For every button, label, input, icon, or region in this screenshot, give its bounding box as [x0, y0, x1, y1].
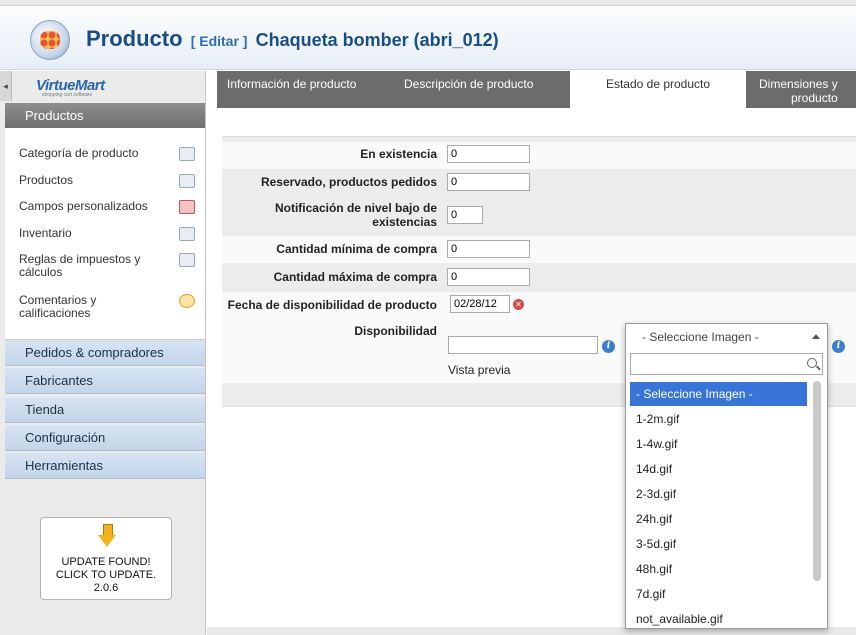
low-stock-label: Notificación de nivel bajo de existencia…: [274, 201, 437, 229]
sidebar-section-fabricantes[interactable]: Fabricantes: [5, 368, 205, 394]
reserved-label: Reservado, productos pedidos: [260, 175, 437, 189]
sidebar-section-herramientas[interactable]: Herramientas: [5, 453, 205, 479]
sidebar-item-label: Comentarios y calificaciones: [19, 293, 97, 320]
image-option[interactable]: 48h.gif: [630, 557, 807, 581]
sidebar-item-comentarios[interactable]: Comentarios y calificaciones: [19, 293, 195, 320]
window-top-edge: [0, 0, 856, 6]
availability-label: Disponibilidad: [354, 324, 437, 338]
in-stock-input[interactable]: [447, 145, 530, 163]
image-option[interactable]: 3-5d.gif: [630, 532, 807, 556]
sidebar-item-label: Categoría de producto: [19, 146, 139, 160]
tab-informacion[interactable]: Información de producto: [227, 71, 356, 108]
in-stock-label: En existencia: [360, 147, 437, 161]
image-select-dropdown[interactable]: - Seleccione Imagen - - Seleccione Image…: [625, 323, 828, 629]
edit-label: [ Editar ]: [190, 33, 248, 49]
reserved-input[interactable]: [447, 173, 530, 191]
tab-descripcion[interactable]: Descripción de producto: [404, 71, 533, 108]
image-option[interactable]: 14d.gif: [630, 457, 807, 481]
min-qty-input[interactable]: [447, 240, 530, 258]
sidebar-item-label: Reglas de impuestos y cálculos: [19, 252, 141, 279]
category-icon: [179, 147, 195, 161]
custom-fields-icon: [179, 200, 195, 214]
dropdown-scrollbar[interactable]: [813, 381, 821, 581]
clear-date-icon[interactable]: ✕: [513, 299, 524, 310]
page-title: Producto [ Editar ] Chaqueta bomber (abr…: [86, 26, 499, 52]
tab-bar: Información de producto Descripción de p…: [217, 71, 856, 109]
sidebar-item-label: Campos personalizados: [19, 199, 148, 213]
sidebar-item-productos[interactable]: Productos: [19, 173, 199, 188]
max-qty-label: Cantidad máxima de compra: [273, 270, 437, 284]
chevron-up-icon: [812, 334, 820, 339]
image-select-value[interactable]: - Seleccione Imagen -: [626, 324, 827, 350]
update-line2: CLICK TO UPDATE.: [55, 569, 157, 581]
image-search-input[interactable]: [630, 353, 823, 375]
virtuemart-logo: VirtueMart shopping cart software: [36, 77, 105, 98]
tax-rules-icon: [179, 253, 195, 267]
image-option[interactable]: 2-3d.gif: [630, 482, 807, 506]
products-icon: [179, 174, 195, 188]
sidebar-section-productos[interactable]: Productos: [5, 103, 205, 129]
product-name: Chaqueta bomber (abri_012): [255, 30, 499, 50]
update-version: 2.0.6: [93, 582, 119, 594]
sidebar-item-label: Inventario: [19, 226, 72, 240]
sidebar-collapse-button[interactable]: ◂: [0, 71, 12, 101]
avail-date-label: Fecha de disponibilidad de producto: [227, 298, 437, 312]
preview-label: Vista previa: [448, 363, 511, 377]
image-option[interactable]: - Seleccione Imagen -: [630, 382, 807, 406]
avail-date-input[interactable]: [450, 295, 510, 313]
search-icon: [807, 358, 817, 368]
image-option[interactable]: 1-2m.gif: [630, 407, 807, 431]
page-header: Producto [ Editar ] Chaqueta bomber (abr…: [0, 0, 856, 70]
image-option[interactable]: 7d.gif: [630, 582, 807, 606]
max-qty-input[interactable]: [447, 268, 530, 286]
sidebar-section-pedidos[interactable]: Pedidos & compradores: [5, 340, 205, 366]
sidebar-item-categoria[interactable]: Categoría de producto: [19, 146, 199, 161]
sidebar-item-impuestos[interactable]: Reglas de impuestos y cálculos: [19, 252, 195, 279]
page-title-text: Producto: [86, 26, 183, 51]
availability-input[interactable]: [448, 336, 598, 354]
sidebar-section-tienda[interactable]: Tienda: [5, 397, 205, 423]
image-option[interactable]: 1-4w.gif: [630, 432, 807, 456]
info-icon[interactable]: i: [832, 340, 845, 353]
sidebar-item-campos[interactable]: Campos personalizados: [19, 199, 199, 214]
image-option[interactable]: not_available.gif: [630, 607, 807, 628]
update-found-button[interactable]: UPDATE FOUND! CLICK TO UPDATE. 2.0.6: [40, 517, 172, 600]
sidebar-item-inventario[interactable]: Inventario: [19, 226, 199, 241]
sidebar-section-configuracion[interactable]: Configuración: [5, 425, 205, 451]
download-arrow-icon: [98, 524, 116, 550]
tab-dimensiones[interactable]: Dimensiones y producto: [759, 71, 838, 108]
sidebar-submenu: Categoría de producto Productos Campos p…: [5, 128, 205, 340]
low-stock-input[interactable]: [447, 206, 483, 224]
inventory-icon: [179, 227, 195, 241]
info-icon[interactable]: i: [602, 340, 615, 353]
joomla-logo-icon: [30, 20, 70, 60]
image-option[interactable]: 24h.gif: [630, 507, 807, 531]
update-line1: UPDATE FOUND!: [61, 556, 151, 568]
reviews-icon: [179, 294, 195, 308]
tab-estado[interactable]: Estado de producto: [570, 71, 746, 109]
sidebar-item-label: Productos: [19, 173, 74, 187]
min-qty-label: Cantidad mínima de compra: [276, 242, 437, 256]
row-in-stock: [222, 142, 856, 169]
